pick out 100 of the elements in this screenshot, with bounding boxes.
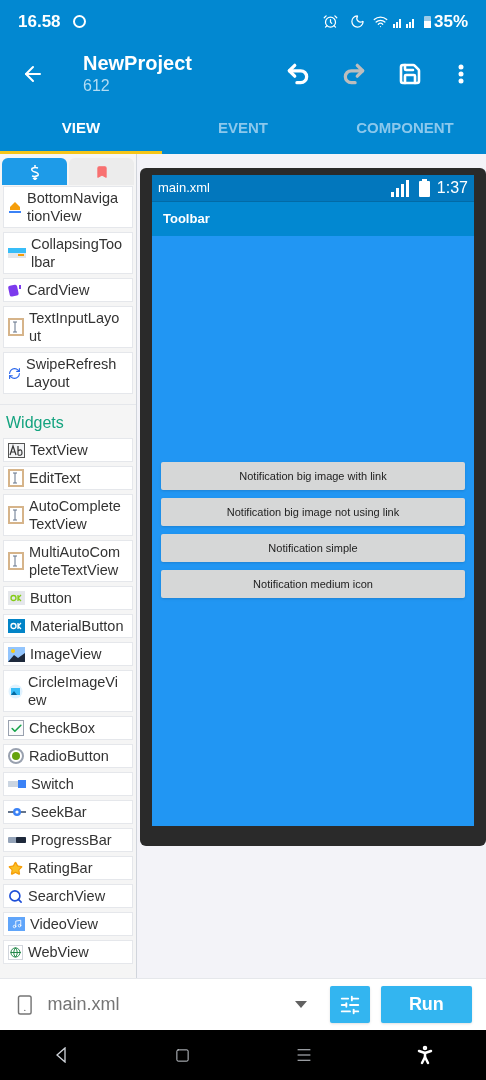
record-icon xyxy=(72,15,86,28)
palette-item-label: CardView xyxy=(27,281,91,299)
video-icon xyxy=(8,917,25,931)
project-subtitle: 612 xyxy=(83,76,111,96)
palette-item-label: SwipeRefreshLayout xyxy=(26,355,118,391)
palette-item-label: SearchView xyxy=(28,887,107,905)
palette-item[interactable]: AutoCompleteTextView xyxy=(3,494,133,536)
radio-icon xyxy=(8,748,24,764)
switch-icon xyxy=(8,779,26,789)
bookmark-icon xyxy=(94,164,109,179)
palette-item[interactable]: CollapsingToolbar xyxy=(3,232,133,274)
palette-item[interactable]: EditText xyxy=(3,466,133,490)
preview-button[interactable]: Notification big image with link xyxy=(161,462,465,490)
palette-item[interactable]: CheckBox xyxy=(3,716,133,740)
text-field-icon xyxy=(8,469,24,487)
palette-item[interactable]: MultiAutoCompleteTextView xyxy=(3,540,133,582)
image-icon xyxy=(8,683,23,699)
caret-icon xyxy=(294,1001,307,1008)
palette-item-label: RadioButton xyxy=(29,747,110,765)
checkbox-icon xyxy=(8,720,24,736)
battery-percent: 35% xyxy=(433,10,468,33)
back-icon xyxy=(55,1047,66,1063)
palette-item-label: TextInputLayout xyxy=(29,309,121,345)
search-icon xyxy=(8,888,23,904)
moon-icon xyxy=(349,14,365,29)
palette-item[interactable]: RatingBar xyxy=(3,856,133,880)
undo-icon xyxy=(285,61,311,87)
palette-item-label: CollapsingToolbar xyxy=(31,235,124,271)
file-dropdown[interactable]: main.xml xyxy=(47,984,307,1025)
text-icon xyxy=(8,442,25,458)
palette-item-label: TextView xyxy=(30,441,89,459)
palette-item-label: RatingBar xyxy=(28,859,94,877)
redo-icon xyxy=(341,61,367,87)
preview-button[interactable]: Notification medium icon xyxy=(161,570,465,598)
palette-tab[interactable] xyxy=(2,158,67,185)
palette-item[interactable]: MaterialButton xyxy=(3,614,133,638)
wifi-icon xyxy=(372,14,388,29)
palette-item-label: ProgressBar xyxy=(31,831,113,849)
preview-file-name: main.xml xyxy=(158,179,210,198)
palette-item-label: BottomNavigationView xyxy=(27,189,120,225)
palette-item-label: VideoView xyxy=(30,915,99,933)
button-icon xyxy=(8,591,25,605)
palette-item[interactable]: CircleImageView xyxy=(3,670,133,712)
recents-icon xyxy=(294,1046,313,1064)
progress-icon xyxy=(8,837,26,843)
palette-item-label: CircleImageView xyxy=(28,673,119,709)
palette-item[interactable]: TextInputLayout xyxy=(3,306,133,348)
button-icon xyxy=(8,619,25,633)
palette-item-label: MaterialButton xyxy=(30,617,124,635)
project-title: NewProject xyxy=(83,51,192,75)
battery-icon xyxy=(423,15,431,28)
palette-item[interactable]: RadioButton xyxy=(3,744,133,768)
palette-item[interactable]: CardView xyxy=(3,278,133,302)
palette-item[interactable]: BottomNavigationView xyxy=(3,186,133,228)
palette-item-label: EditText xyxy=(29,469,82,487)
palette-item[interactable]: SearchView xyxy=(3,884,133,908)
battery-icon xyxy=(418,179,430,197)
slider-icon xyxy=(8,807,26,817)
palette-item-label: AutoCompleteTextView xyxy=(29,497,122,533)
refresh-icon xyxy=(8,366,21,380)
signal-icon xyxy=(390,179,411,197)
palette-item[interactable]: SwipeRefreshLayout xyxy=(3,352,133,394)
preview-button[interactable]: Notification big image not using link xyxy=(161,498,465,526)
palette-item-label: SeekBar xyxy=(31,803,88,821)
palette-item[interactable]: ProgressBar xyxy=(3,828,133,852)
text-field-icon xyxy=(8,506,24,524)
palette-item-label: Button xyxy=(30,589,73,607)
alarm-icon xyxy=(322,14,338,29)
status-time: 16.58 xyxy=(18,10,61,33)
palette-item[interactable]: WebView xyxy=(3,940,133,964)
toolbar-icon xyxy=(8,246,26,260)
preview-time: 1:37 xyxy=(436,178,468,198)
star-icon xyxy=(8,860,23,876)
palette-item[interactable]: TextView xyxy=(3,438,133,462)
palette-item[interactable]: Switch xyxy=(3,772,133,796)
palette-item[interactable]: VideoView xyxy=(3,912,133,936)
palette-item[interactable]: ImageView xyxy=(3,642,133,666)
palette-item-label: CheckBox xyxy=(29,719,97,737)
more-icon xyxy=(458,64,464,84)
palette-item-label: WebView xyxy=(28,943,90,961)
toolbar-title: Toolbar xyxy=(163,210,210,229)
palette-item-label: Switch xyxy=(31,775,75,793)
section-header: Widgets xyxy=(5,413,65,433)
file-name: main.xml xyxy=(47,993,120,1016)
palette-item-label: MultiAutoCompleteTextView xyxy=(29,543,122,579)
palette-item-label: ImageView xyxy=(30,645,103,663)
palette-item[interactable]: SeekBar xyxy=(3,800,133,824)
palette-tab[interactable] xyxy=(69,158,134,185)
text-field-icon xyxy=(8,318,24,336)
sliders-icon xyxy=(338,993,361,1016)
save-icon xyxy=(398,62,422,86)
preview-button[interactable]: Notification simple xyxy=(161,534,465,562)
image-icon xyxy=(8,646,25,662)
globe-icon xyxy=(8,944,23,960)
settings-button[interactable] xyxy=(329,986,370,1023)
palette-item[interactable]: Button xyxy=(3,586,133,610)
text-field-icon xyxy=(8,552,24,570)
home-icon xyxy=(174,1047,190,1063)
card-icon xyxy=(8,283,22,297)
house-icon xyxy=(8,200,22,214)
